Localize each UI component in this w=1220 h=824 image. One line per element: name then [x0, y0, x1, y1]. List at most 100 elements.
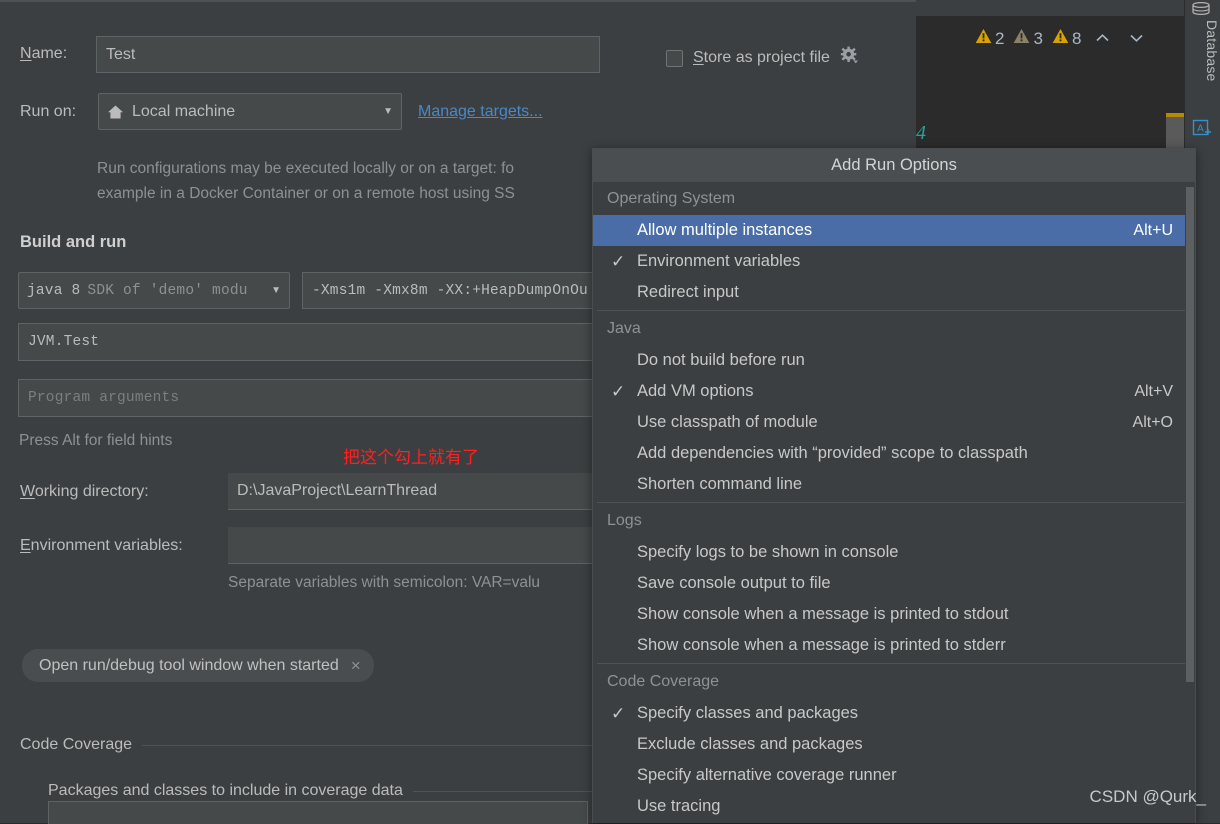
menu-item-shortcut: Alt+V: [1134, 382, 1173, 400]
chevron-down-icon[interactable]: [1124, 30, 1149, 47]
inspection-warning-3[interactable]: 8: [1052, 28, 1081, 49]
popup-scrollbar-thumb[interactable]: [1186, 187, 1194, 682]
menu-item-shortcut: Alt+U: [1133, 221, 1173, 239]
vm-options-input[interactable]: -Xms1m -Xmx8m -XX:+HeapDumpOnOu: [302, 272, 600, 309]
menu-item[interactable]: Save console output to file: [593, 568, 1195, 599]
run-on-combo[interactable]: Local machine ▼: [98, 93, 402, 130]
main-class-value: JVM.Test: [28, 334, 100, 350]
open-tool-window-chip[interactable]: Open run/debug tool window when started …: [22, 649, 374, 682]
field-hints-text: Press Alt for field hints: [19, 432, 173, 449]
menu-item[interactable]: Use classpath of module Alt+O: [593, 407, 1195, 438]
menu-item-label: Shorten command line: [637, 475, 803, 493]
menu-item-label: Environment variables: [637, 252, 801, 270]
dialog-top-rule: [0, 1, 916, 2]
menu-item-label: Specify logs to be shown in console: [637, 543, 899, 561]
menu-separator: [597, 502, 1191, 503]
run-on-description-line-1: Run configurations may be executed local…: [97, 160, 515, 177]
check-icon: ✓: [611, 381, 626, 401]
menu-group-label: Logs: [607, 512, 642, 529]
watermark: CSDN @Qurk_: [1089, 787, 1206, 806]
add-run-options-popup: Add Run Options Operating System Allow mu…: [592, 148, 1196, 823]
main-class-input[interactable]: JVM.Test: [18, 323, 600, 361]
program-arguments-input[interactable]: Program arguments: [18, 379, 600, 417]
menu-item[interactable]: Allow multiple instances Alt+U: [593, 215, 1195, 246]
store-as-project-file-checkbox[interactable]: [666, 49, 683, 67]
menu-group-label: Java: [607, 320, 641, 337]
menu-item[interactable]: ✓ Specify classes and packages: [593, 698, 1195, 729]
menu-item-label: Specify alternative coverage runner: [637, 766, 897, 784]
chevron-down-icon[interactable]: ▼: [263, 285, 281, 296]
name-label-mnemonic: N: [20, 45, 32, 62]
menu-item[interactable]: Redirect input: [593, 277, 1195, 308]
popup-body: Operating System Allow multiple instances…: [593, 183, 1195, 823]
gear-icon[interactable]: [840, 46, 859, 70]
menu-item-shortcut: Alt+O: [1132, 413, 1173, 431]
inspection-warning-1[interactable]: 2: [975, 28, 1004, 49]
manage-targets-link[interactable]: Manage targets...: [418, 103, 543, 121]
menu-item[interactable]: ✓ Add VM options Alt+V: [593, 376, 1195, 407]
menu-item[interactable]: ✓ Environment variables: [593, 246, 1195, 277]
jdk-combo-subtext: SDK of 'demo' modu: [87, 282, 248, 299]
chevron-down-icon[interactable]: ▼: [375, 106, 393, 117]
inspection-widget[interactable]: 2 3 8: [975, 28, 1149, 49]
name-label-rest: ame:: [31, 45, 68, 62]
editor-teal-glyph: 4: [916, 122, 926, 144]
menu-item[interactable]: Specify logs to be shown in console: [593, 537, 1195, 568]
translate-icon[interactable]: A: [1192, 119, 1213, 140]
name-input[interactable]: Test: [96, 36, 600, 73]
tool-window-tab-database[interactable]: Database: [1184, 16, 1220, 82]
warning-triangle-icon: [1052, 28, 1069, 49]
run-on-label: Run on:: [20, 103, 77, 120]
vm-options-value: -Xms1m -Xmx8m -XX:+HeapDumpOnOu: [312, 282, 588, 299]
working-directory-input[interactable]: D:\JavaProject\LearnThread: [228, 473, 600, 510]
warning-triangle-muted-icon: [1013, 28, 1030, 49]
popup-title: Add Run Options: [593, 149, 1195, 183]
check-icon: ✓: [611, 251, 626, 271]
environment-variables-hint: Separate variables with semicolon: VAR=v…: [228, 574, 541, 591]
build-and-run-title: Build and run: [20, 233, 127, 251]
store-as-project-file-label: Store as project file: [693, 49, 830, 66]
home-icon: [107, 104, 124, 120]
menu-item[interactable]: Show console when a message is printed t…: [593, 599, 1195, 630]
menu-item-label: Redirect input: [637, 283, 739, 301]
inspection-count-1: 2: [995, 29, 1005, 48]
menu-item[interactable]: Do not build before run: [593, 345, 1195, 376]
jdk-combo[interactable]: java 8 SDK of 'demo' modu ▼: [18, 272, 290, 309]
check-icon: ✓: [611, 703, 626, 723]
menu-group-label: Code Coverage: [607, 673, 720, 690]
menu-item[interactable]: Exclude classes and packages: [593, 729, 1195, 760]
chevron-up-icon[interactable]: [1090, 30, 1115, 47]
jdk-combo-value: java 8: [27, 282, 81, 299]
ide-toolbar-strip: [916, 0, 1184, 17]
store-as-project-file-row[interactable]: Store as project file: [666, 46, 859, 70]
menu-item-label: Do not build before run: [637, 351, 805, 369]
open-tool-window-chip-label: Open run/debug tool window when started: [39, 656, 339, 674]
menu-item-label: Specify classes and packages: [637, 704, 859, 722]
menu-item[interactable]: Show console when a message is printed t…: [593, 630, 1195, 661]
menu-item-label: Use classpath of module: [637, 413, 818, 431]
inspection-warning-2[interactable]: 3: [1013, 28, 1043, 49]
environment-variables-label: Environment variables:: [20, 537, 183, 554]
inspection-count-2: 3: [1033, 29, 1043, 48]
coverage-subgroup-label: Packages and classes to include in cover…: [48, 782, 403, 799]
database-icon: [1190, 1, 1212, 16]
menu-item-label: Exclude classes and packages: [637, 735, 863, 753]
menu-separator: [597, 310, 1191, 311]
menu-item[interactable]: Add dependencies with “provided” scope t…: [593, 438, 1195, 469]
menu-item-label: Add VM options: [637, 382, 754, 400]
screen: 2 3 8 4 Database A Name: Test Store as p…: [0, 0, 1220, 824]
popup-scrollbar-track[interactable]: [1185, 183, 1195, 823]
menu-item-label: Show console when a message is printed t…: [637, 605, 1009, 623]
menu-separator: [597, 663, 1191, 664]
svg-text:A: A: [1197, 124, 1204, 135]
menu-item-label: Allow multiple instances: [637, 221, 813, 239]
program-arguments-placeholder: Program arguments: [28, 390, 180, 406]
annotation-text: 把这个勾上就有了: [343, 448, 479, 468]
close-icon[interactable]: ×: [351, 656, 361, 676]
run-on-description-line-2: example in a Docker Container or on a re…: [97, 185, 515, 202]
working-directory-label: Working directory:: [20, 483, 149, 500]
environment-variables-input[interactable]: [228, 527, 600, 564]
menu-item[interactable]: Shorten command line: [593, 469, 1195, 500]
coverage-packages-input[interactable]: [48, 801, 588, 824]
name-label: Name:: [20, 45, 67, 63]
